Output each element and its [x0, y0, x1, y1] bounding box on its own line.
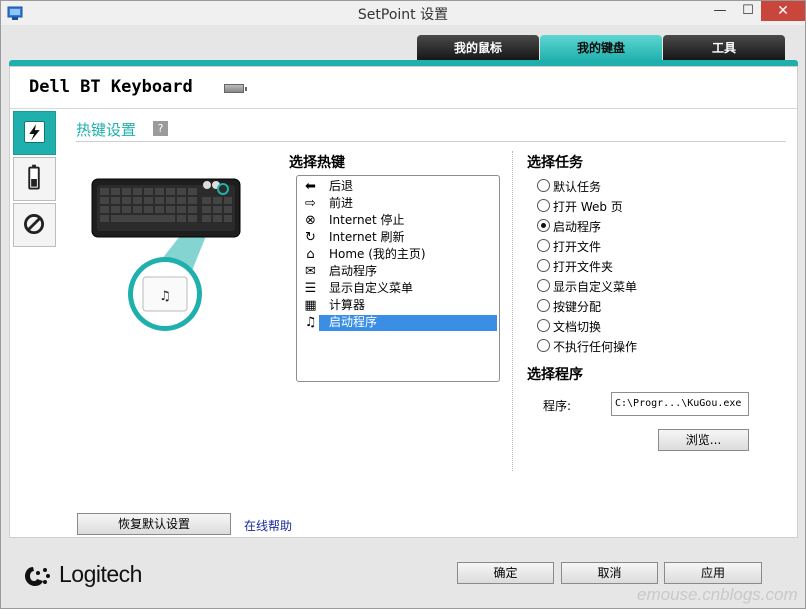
task-option-label: 打开文件: [553, 240, 602, 254]
hotkey-item-label: Internet 停止: [329, 213, 405, 227]
radio-button[interactable]: [537, 319, 550, 332]
task-option-label: 启动程序: [553, 220, 602, 234]
lightning-icon: [24, 121, 45, 144]
battery-icon: [224, 84, 247, 93]
title-bar: SetPoint 设置 — ☐ ✕: [1, 1, 805, 25]
task-option-label: 打开 Web 页: [553, 200, 623, 214]
help-icon[interactable]: ?: [153, 121, 168, 136]
column-divider: [512, 151, 513, 471]
apply-button[interactable]: 应用: [664, 562, 762, 584]
hotkey-item-label: 启动程序: [319, 315, 497, 331]
minimize-button[interactable]: —: [707, 1, 733, 21]
logitech-mark-icon: [25, 567, 50, 586]
watermark: emouse.cnblogs.com: [637, 585, 798, 604]
device-header: Dell BT Keyboard: [10, 67, 797, 109]
hotkey-item-label: 前进: [329, 196, 354, 210]
task-option-label: 显示自定义菜单: [553, 280, 638, 294]
maximize-button[interactable]: ☐: [735, 1, 761, 21]
program-path-input[interactable]: C:\Progr...\KuGou.exe: [611, 392, 749, 416]
task-option-label: 文档切换: [553, 320, 602, 334]
logitech-wordmark: Logitech: [59, 561, 142, 587]
radio-button[interactable]: [537, 339, 550, 352]
device-name: Dell BT Keyboard: [29, 77, 193, 97]
tab-my-keyboard[interactable]: 我的键盘: [540, 35, 662, 61]
select-program-label: 选择程序: [527, 367, 583, 383]
cancel-button[interactable]: 取消: [561, 562, 658, 584]
select-hotkey-label: 选择热键: [289, 155, 345, 171]
select-task-label: 选择任务: [527, 155, 583, 171]
program-field-label: 程序:: [543, 399, 572, 413]
hotkey-item-music-launch[interactable]: ♫ 启动程序: [303, 314, 498, 331]
radio-button[interactable]: [537, 199, 550, 212]
hotkey-list[interactable]: ⬅ 后退 ⇨ 前进 ⊗ Internet 停止 ↻ Internet 刷新 ⌂ …: [296, 175, 500, 382]
refresh-icon: ↻: [305, 230, 316, 245]
hotkey-item-internet-refresh[interactable]: ↻ Internet 刷新: [303, 229, 498, 246]
window-title: SetPoint 设置: [357, 7, 449, 23]
home-icon: ⌂: [306, 247, 315, 262]
tab-my-mouse[interactable]: 我的鼠标: [417, 35, 539, 61]
calculator-icon: ▦: [304, 298, 317, 313]
music-note-icon: ♫: [304, 315, 317, 330]
hotkey-item-internet-stop[interactable]: ⊗ Internet 停止: [303, 212, 498, 229]
setpoint-window: SetPoint 设置 — ☐ ✕ 我的鼠标 我的键盘 工具 Dell BT K…: [0, 0, 806, 609]
side-tab-disable-keys[interactable]: [13, 203, 56, 247]
radio-button-selected[interactable]: [537, 219, 550, 232]
forward-arrow-icon: ⇨: [305, 196, 316, 211]
restore-defaults-button[interactable]: 恢复默认设置: [77, 513, 231, 535]
stop-icon: ⊗: [305, 213, 316, 228]
mail-icon: ✉: [305, 264, 316, 279]
battery-status-icon: [28, 164, 40, 190]
hotkey-item-forward[interactable]: ⇨ 前进: [303, 195, 498, 212]
hotkey-item-mail-launch[interactable]: ✉ 启动程序: [303, 263, 498, 280]
section-title: 热键设置: [76, 121, 137, 139]
task-option-label: 打开文件夹: [553, 260, 614, 274]
side-tabs: [13, 111, 56, 247]
back-arrow-icon: ⬅: [305, 179, 316, 194]
radio-button[interactable]: [537, 259, 550, 272]
tab-tools[interactable]: 工具: [663, 35, 785, 61]
hotkey-item-calculator[interactable]: ▦ 计算器: [303, 297, 498, 314]
side-tab-battery[interactable]: [13, 157, 56, 201]
ok-button[interactable]: 确定: [457, 562, 554, 584]
hotkey-item-label: 计算器: [329, 298, 366, 312]
task-option-label: 按键分配: [553, 300, 602, 314]
browse-button[interactable]: 浏览...: [658, 429, 749, 451]
online-help-link[interactable]: 在线帮助: [244, 517, 292, 534]
section-divider: [76, 141, 786, 142]
block-icon: [24, 214, 45, 235]
radio-button[interactable]: [537, 239, 550, 252]
side-tab-hotkeys[interactable]: [13, 111, 56, 155]
keyboard-illustration: ♫: [91, 178, 241, 331]
hotkey-item-label: 启动程序: [329, 264, 378, 278]
hotkey-item-custom-menu[interactable]: ☰ 显示自定义菜单: [303, 280, 498, 297]
hotkey-item-label: 显示自定义菜单: [329, 281, 414, 295]
hotkey-item-label: Home (我的主页): [329, 247, 426, 261]
hotkey-item-label: Internet 刷新: [329, 230, 405, 244]
radio-button[interactable]: [537, 299, 550, 312]
menu-icon: ☰: [304, 281, 317, 296]
task-option-label: 不执行任何操作: [553, 340, 638, 354]
radio-button[interactable]: [537, 279, 550, 292]
task-option-label: 默认任务: [553, 180, 602, 194]
close-button[interactable]: ✕: [761, 1, 805, 21]
hotkey-item-label: 后退: [329, 179, 354, 193]
hotkey-item-back[interactable]: ⬅ 后退: [303, 178, 498, 195]
hotkey-item-home[interactable]: ⌂ Home (我的主页): [303, 246, 498, 263]
radio-button[interactable]: [537, 179, 550, 192]
keyboard-illustration-key-glyph: ♫: [159, 289, 171, 304]
